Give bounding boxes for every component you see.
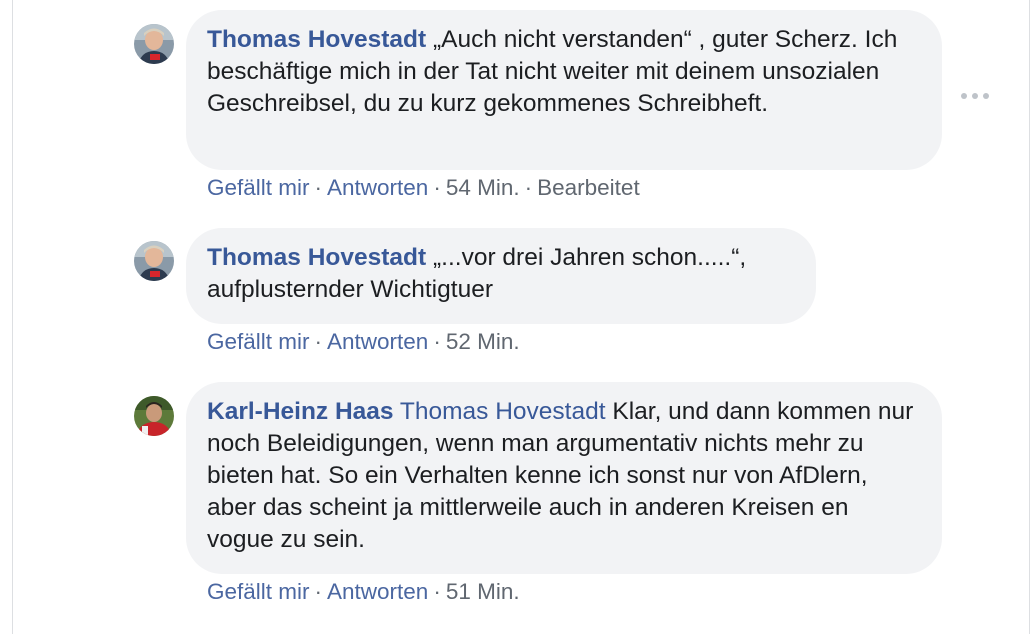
separator: ·: [433, 579, 441, 604]
avatar[interactable]: [134, 396, 174, 436]
profile-photo-icon: [134, 396, 174, 436]
reply-button[interactable]: Antworten: [327, 175, 428, 200]
avatar[interactable]: [134, 241, 174, 281]
reply-button[interactable]: Antworten: [327, 579, 428, 604]
profile-photo-icon: [134, 24, 174, 64]
profile-photo-icon: [134, 241, 174, 281]
comment-timestamp[interactable]: 51 Min.: [446, 579, 520, 604]
comment-timestamp[interactable]: 52 Min.: [446, 329, 520, 354]
mention-link[interactable]: Thomas Hovestadt: [400, 398, 606, 425]
comment-author[interactable]: Karl-Heinz Haas: [207, 398, 394, 425]
separator: ·: [433, 175, 441, 200]
comment-bubble: Thomas Hovestadt „...vor drei Jahren sch…: [186, 228, 816, 324]
separator: ·: [524, 175, 533, 200]
comment-bubble: Karl-Heinz Haas Thomas Hovestadt Klar, u…: [186, 382, 942, 574]
separator: ·: [314, 579, 323, 604]
comment-actions: Gefällt mir · Antworten · 54 Min. · Bearbeitet: [207, 175, 640, 201]
comment-actions: Gefällt mir · Antworten · 52 Min.: [207, 329, 520, 355]
like-button[interactable]: Gefällt mir: [207, 579, 310, 604]
like-button[interactable]: Gefällt mir: [207, 175, 310, 200]
edited-label[interactable]: Bearbeitet: [537, 175, 640, 200]
separator: ·: [314, 175, 323, 200]
avatar[interactable]: [134, 24, 174, 64]
comment-author[interactable]: Thomas Hovestadt: [207, 244, 426, 271]
comment-author[interactable]: Thomas Hovestadt: [207, 26, 426, 53]
reply-button[interactable]: Antworten: [327, 329, 428, 354]
like-button[interactable]: Gefällt mir: [207, 329, 310, 354]
comment-timestamp[interactable]: 54 Min.: [446, 175, 520, 200]
comment-bubble: Thomas Hovestadt „Auch nicht verstanden“…: [186, 10, 942, 170]
separator: ·: [314, 329, 323, 354]
left-border: [12, 0, 13, 634]
separator: ·: [433, 329, 441, 354]
ellipsis-icon[interactable]: [961, 91, 989, 101]
comment-actions: Gefällt mir · Antworten · 51 Min.: [207, 579, 520, 605]
